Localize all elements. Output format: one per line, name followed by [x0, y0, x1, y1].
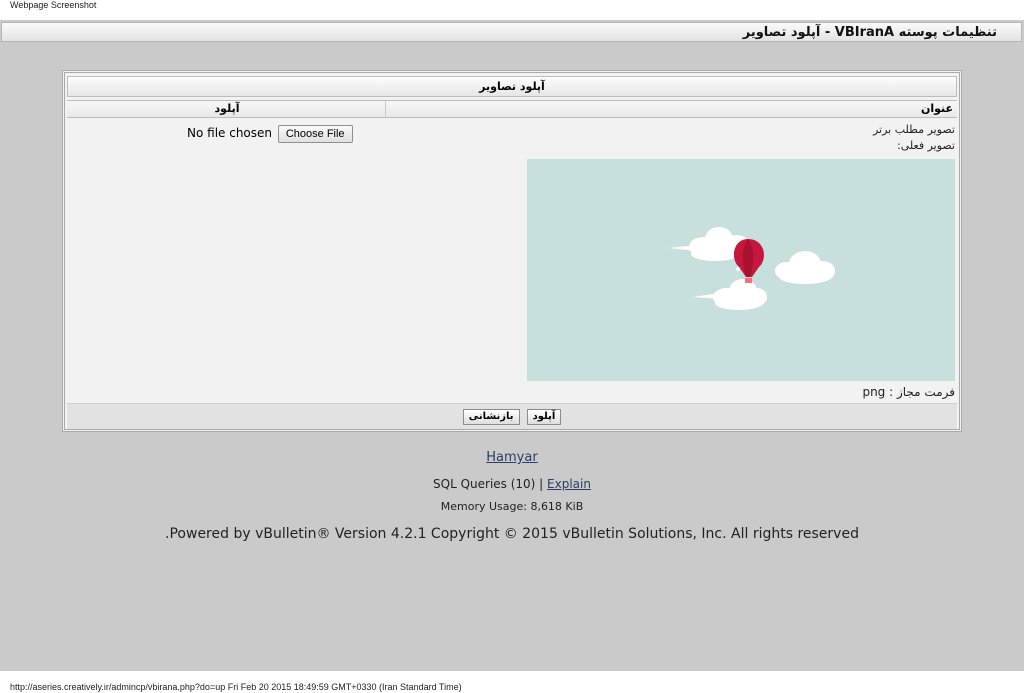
upload-panel: آپلود تصاویر عنوان آپلود تصویر مطلب برتر… — [62, 70, 962, 432]
balloon-illustration — [669, 227, 835, 310]
capture-label: Webpage Screenshot — [10, 0, 97, 10]
column-title: عنوان — [385, 101, 955, 117]
file-status: No file chosen — [187, 126, 273, 140]
reset-button[interactable]: بازنشانی — [462, 409, 520, 425]
explain-link[interactable]: Explain — [547, 477, 591, 491]
action-bar: بازنشانی آپلود — [67, 403, 957, 429]
column-upload: آپلود — [214, 102, 240, 115]
powered-by: .Powered by vBulletin® Version 4.2.1 Cop… — [165, 526, 859, 542]
page-title: تنظیمات پوسته VBIranA - آپلود تصاویر — [742, 25, 997, 40]
current-image-preview — [527, 159, 955, 381]
current-image-label: تصویر فعلی: — [897, 139, 955, 152]
sql-count: SQL Queries (10) | — [433, 477, 544, 491]
format-value: png — [862, 385, 886, 399]
image-label: تصویر مطلب برتر — [872, 123, 955, 136]
balloon-icon — [733, 239, 764, 283]
browser-status-url: http://aseries.creatively.ir/admincp/vbi… — [10, 682, 462, 692]
column-headers: عنوان آپلود — [67, 100, 957, 118]
footer-link-row: Hamyar — [0, 450, 1024, 465]
panel-heading: آپلود تصاویر — [67, 76, 957, 97]
admin-titlebar: تنظیمات پوسته VBIranA - آپلود تصاویر — [1, 22, 1022, 42]
cloud-right — [775, 251, 835, 284]
format-label: فرمت مجاز : — [889, 385, 955, 399]
choose-file-button[interactable]: Choose File — [277, 125, 353, 143]
file-input[interactable]: No file chosen Choose File — [187, 125, 353, 143]
hamyar-link[interactable]: Hamyar — [486, 450, 537, 465]
upload-button[interactable]: آپلود — [526, 409, 562, 425]
sql-queries: SQL Queries (10) | Explain — [0, 477, 1024, 491]
memory-usage: Memory Usage: 8,618 KiB — [440, 500, 584, 513]
allowed-format: فرمت مجاز : png — [862, 385, 955, 399]
page-frame: تنظیمات پوسته VBIranA - آپلود تصاویر آپل… — [0, 20, 1024, 671]
cloud-bottom — [693, 279, 767, 310]
